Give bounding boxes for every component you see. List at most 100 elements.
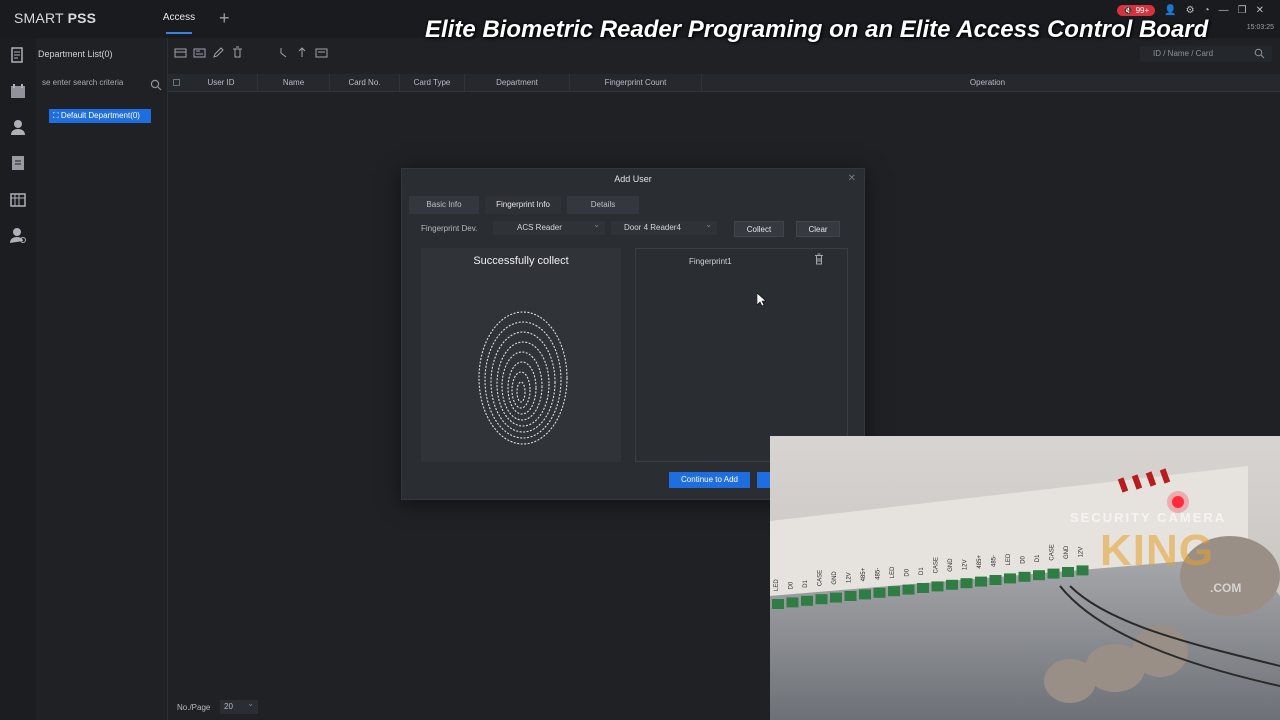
search-icon[interactable] [1254, 48, 1265, 59]
app-logo: SMART PSS [14, 10, 97, 26]
terminal-label: 12V [963, 560, 969, 571]
import-icon[interactable] [277, 46, 290, 59]
terminal-connector [1047, 568, 1060, 579]
tree-item-default-department[interactable]: ⛶ Default Department(0) [49, 109, 151, 123]
tab-details[interactable]: Details [567, 196, 639, 214]
reader-select[interactable]: Door 4 Reader4 [611, 218, 717, 235]
terminal-label: CASE [818, 570, 824, 586]
terminal-label: D1 [803, 579, 809, 587]
edit-icon[interactable] [212, 46, 225, 59]
watermark-top: SECURITY CAMERA [1070, 510, 1227, 525]
terminal-connector [1033, 570, 1045, 581]
tab-basic-info[interactable]: Basic Info [409, 196, 479, 214]
record-icon[interactable] [9, 154, 27, 172]
device-select[interactable]: ACS Reader [493, 218, 605, 235]
delete-icon[interactable] [231, 46, 244, 59]
terminal-label: 485+ [861, 567, 867, 581]
terminal-connector [1076, 565, 1089, 576]
schedule-icon[interactable] [9, 190, 27, 208]
user-settings-icon[interactable] [9, 226, 27, 244]
department-list-title: Department List(0) [38, 49, 113, 59]
terminal-connector [844, 591, 857, 601]
terminal-connector [917, 583, 929, 593]
trash-icon[interactable] [814, 253, 824, 265]
terminal-connector [830, 592, 842, 603]
report-icon[interactable] [9, 46, 27, 64]
minimize-icon[interactable]: — [1219, 5, 1229, 16]
column-fingerprint-count[interactable]: Fingerprint Count [570, 74, 702, 92]
calendar-user-icon[interactable] [9, 82, 27, 100]
terminal-label: D0 [905, 568, 911, 576]
terminal-connector [815, 594, 828, 605]
terminal-label: D0 [789, 581, 795, 589]
mouse-cursor [757, 293, 766, 306]
terminal-connector [946, 579, 958, 590]
column-user-id[interactable]: User ID [185, 74, 258, 92]
terminal-connector [960, 578, 973, 589]
column-name[interactable]: Name [258, 74, 330, 92]
tab-fingerprint-info[interactable]: Fingerprint Info [485, 196, 561, 214]
terminal-label: 12V [847, 572, 853, 583]
terminal-label: 12V [1079, 547, 1085, 558]
terminal-connector [801, 595, 813, 606]
terminal-connector [859, 589, 871, 600]
continue-to-add-button[interactable]: Continue to Add [669, 472, 750, 488]
close-icon[interactable]: ✕ [1256, 5, 1264, 16]
terminal-label: D1 [1035, 554, 1041, 562]
maximize-icon[interactable]: ❐ [1238, 5, 1247, 16]
terminal-connector [1062, 567, 1074, 577]
volume-badge[interactable]: 🔇 99+ [1117, 5, 1156, 16]
person-icon[interactable] [9, 118, 27, 136]
clear-button[interactable]: Clear [796, 221, 840, 237]
terminal-label: LED [774, 579, 780, 591]
close-icon[interactable]: ✕ [848, 173, 856, 184]
fingerprint-preview: Successfully collect [421, 248, 621, 462]
column-card-type[interactable]: Card Type [400, 74, 465, 92]
terminal-label: GND [948, 558, 954, 572]
user-search-input[interactable]: ID / Name / Card [1140, 46, 1272, 62]
per-page-select[interactable]: 20 [220, 697, 258, 714]
terminal-label: CASE [934, 557, 940, 573]
plus-icon[interactable]: + [219, 8, 230, 29]
export-icon[interactable] [296, 46, 309, 59]
left-rail [0, 38, 36, 720]
camera-video-inset: LED D0 D1 CASE GND 12V 485+ 485- LED D0 D1 CASE GND 1… [770, 436, 1280, 720]
terminal-connector [873, 587, 886, 598]
window-controls: 🔇 99+ 👤 ⚙ ◔ — ❐ ✕ [1117, 5, 1264, 16]
terminal-label: 485- [992, 555, 998, 567]
user-icon[interactable]: 👤 [1164, 5, 1176, 16]
dashboard-icon[interactable]: ◔ [1204, 5, 1210, 16]
search-icon[interactable] [150, 79, 162, 91]
terminal-label: GND [832, 571, 838, 585]
gear-icon[interactable]: ⚙ [1186, 5, 1195, 16]
fingerprint-device-label: Fingerprint Dev. [421, 224, 478, 233]
card-icon[interactable] [315, 46, 328, 59]
terminal-connector [1018, 571, 1031, 582]
column-card-no[interactable]: Card No. [330, 74, 400, 92]
column-operation: Operation [969, 78, 1006, 87]
terminal-label: LED [1006, 553, 1012, 565]
title-bar: SMART PSS Access + Elite Biometric Reade… [0, 0, 1280, 43]
terminal-label: CASE [1050, 544, 1056, 560]
clock: 15:03:25 [1246, 24, 1274, 31]
watermark-domain: .COM [1210, 581, 1242, 595]
terminal-connector [989, 575, 1002, 585]
department-panel: Department List(0) se enter search crite… [36, 38, 168, 720]
watermark-logo: KING [1100, 526, 1214, 575]
terminal-label: LED [890, 566, 896, 578]
select-all-checkbox[interactable] [173, 79, 180, 86]
terminal-label: D1 [919, 567, 925, 575]
collect-status: Successfully collect [473, 255, 569, 267]
toolbar-secondary [277, 46, 328, 59]
toolbar [174, 46, 244, 62]
department-search-input[interactable]: se enter search criteria [42, 78, 164, 94]
add-user-icon[interactable] [174, 46, 187, 59]
collect-button[interactable]: Collect [734, 221, 784, 237]
column-department[interactable]: Department [465, 74, 570, 92]
tab-access[interactable]: Access [150, 0, 208, 38]
pagination: No./Page 20 [168, 697, 768, 718]
batch-add-icon[interactable] [193, 46, 206, 59]
terminal-connector [1004, 573, 1016, 584]
fingerprint-list-item[interactable]: Fingerprint1 [689, 257, 732, 266]
terminal-connector [931, 581, 944, 592]
